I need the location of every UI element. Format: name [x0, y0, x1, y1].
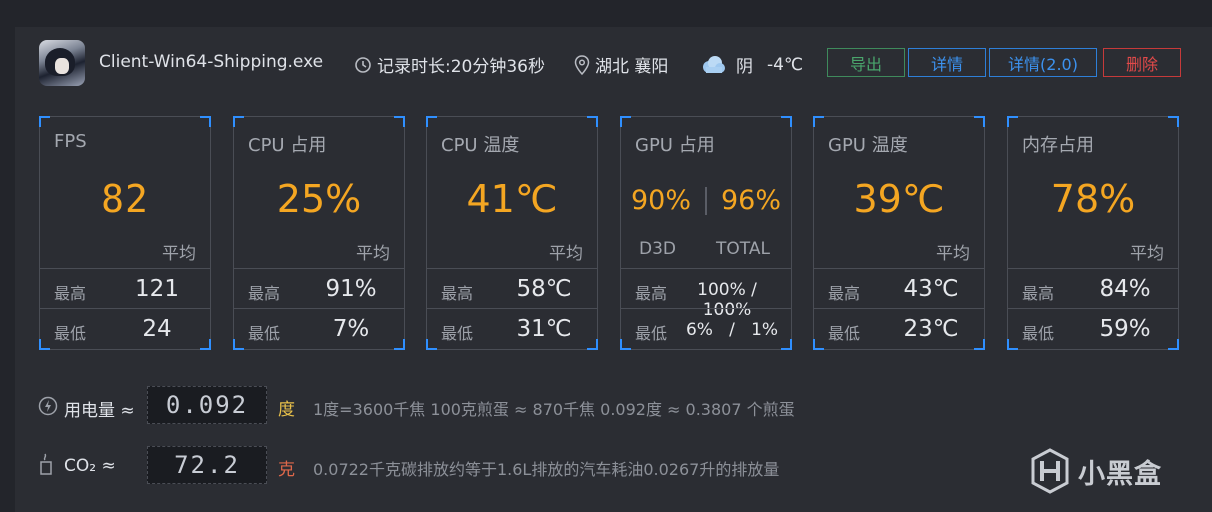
min-value: 23℃: [903, 316, 959, 342]
export-button[interactable]: 导出: [827, 48, 905, 77]
weather-info: 阴 -4℃: [700, 52, 803, 77]
co2-unit: 克: [278, 460, 295, 480]
watermark-text: 小黑盒: [1078, 458, 1162, 490]
co2-label: CO₂ ≈: [64, 456, 116, 476]
max-label: 最高: [54, 284, 87, 303]
temperature-text: -4℃: [767, 54, 804, 75]
location-pin-icon: [574, 54, 590, 75]
min-value: 7%: [332, 316, 370, 342]
duration-text: 记录时长:20分钟36秒: [377, 57, 545, 77]
average-label: 平均: [936, 244, 970, 264]
cpu-usage-card: CPU 占用 25% 平均 最高 91% 最低 7%: [233, 116, 405, 350]
min-value: 24: [142, 316, 172, 342]
max-value: 121: [135, 276, 179, 302]
location-text: 湖北 襄阳: [595, 57, 669, 77]
min-label: 最低: [635, 324, 668, 343]
weather-text: 阴: [736, 57, 753, 77]
min-row: 最低 59%: [1008, 308, 1178, 349]
max-label: 最高: [635, 284, 668, 303]
min-label: 最低: [441, 324, 474, 343]
power-value-display: 0.092: [147, 386, 267, 424]
power-label: 用电量 ≈: [64, 401, 135, 421]
max-row: 最高 43℃: [814, 268, 984, 309]
power-note: 1度=3600千焦 100克煎蛋 ≈ 870千焦 0.092度 ≈ 0.3807…: [313, 400, 795, 419]
max-label: 最高: [1022, 284, 1055, 303]
min-row: 最低 31℃: [427, 308, 597, 349]
min-label: 最低: [54, 324, 87, 343]
gpu-total-label: TOTAL: [716, 239, 770, 259]
cpu-usage-value: 25%: [276, 177, 362, 221]
delete-button[interactable]: 删除: [1103, 48, 1181, 77]
co2-note: 0.0722千克碳排放约等于1.6L排放的汽车耗油0.0267升的排放量: [313, 460, 780, 479]
detail-button[interactable]: 详情: [908, 48, 986, 77]
location-info: 湖北 襄阳: [574, 52, 668, 77]
memory-usage-value: 78%: [1050, 177, 1136, 221]
min-label: 最低: [248, 324, 281, 343]
card-title: GPU 温度: [828, 135, 908, 156]
gpu-d3d-value: 90%: [630, 185, 691, 216]
max-row: 最高 100% / 100%: [621, 268, 791, 320]
app-avatar: [39, 40, 85, 86]
max-row: 最高 121: [40, 268, 210, 309]
card-title: 内存占用: [1022, 135, 1094, 156]
card-title: FPS: [54, 131, 87, 152]
duration-info: 记录时长:20分钟36秒: [354, 52, 545, 77]
min-value: 31℃: [516, 316, 572, 342]
max-row: 最高 58℃: [427, 268, 597, 309]
co2-value-display: 72.2: [147, 446, 267, 484]
max-value: 84%: [1099, 276, 1151, 302]
lightning-icon: [38, 396, 58, 416]
min-row: 最低 7%: [234, 308, 404, 349]
avatar-face: [55, 58, 69, 74]
average-label: 平均: [356, 244, 390, 264]
max-label: 最高: [828, 284, 861, 303]
average-label: 平均: [549, 244, 583, 264]
fps-card: FPS 82 平均 最高 121 最低 24: [39, 116, 211, 350]
max-label: 最高: [441, 284, 474, 303]
max-value: 91%: [325, 276, 377, 302]
max-value: 43℃: [903, 276, 959, 302]
min-value: 6% / 1%: [685, 320, 779, 340]
min-row: 最低 6% / 1%: [621, 308, 791, 349]
average-label: 平均: [162, 244, 196, 264]
watermark: 小黑盒: [1030, 448, 1162, 494]
gpu-temp-value: 39℃: [853, 177, 945, 221]
xiaoheihe-logo-icon: [1031, 448, 1069, 494]
gpu-usage-card: GPU 占用 90% 96% D3D TOTAL 最高 100% / 100% …: [620, 116, 792, 350]
cpu-temp-value: 41℃: [466, 177, 558, 221]
gpu-temp-card: GPU 温度 39℃ 平均 最高 43℃ 最低 23℃: [813, 116, 985, 350]
clock-icon: [355, 56, 371, 73]
min-row: 最低 23℃: [814, 308, 984, 349]
gpu-d3d-label: D3D: [639, 239, 676, 259]
max-value: 58℃: [516, 276, 572, 302]
card-title: CPU 温度: [441, 135, 520, 156]
min-label: 最低: [1022, 324, 1055, 343]
cloud-icon: [703, 55, 725, 73]
max-label: 最高: [248, 284, 281, 303]
detail-v2-button[interactable]: 详情(2.0): [989, 48, 1097, 77]
gpu-total-value: 96%: [721, 185, 782, 216]
gpu-value-divider: [705, 186, 707, 215]
fps-average-value: 82: [101, 177, 149, 221]
card-title: CPU 占用: [248, 135, 327, 156]
max-row: 最高 84%: [1008, 268, 1178, 309]
min-value: 59%: [1099, 316, 1151, 342]
cpu-temp-card: CPU 温度 41℃ 平均 最高 58℃ 最低 31℃: [426, 116, 598, 350]
gpu-usage-values: 90% 96%: [621, 185, 791, 216]
min-label: 最低: [828, 324, 861, 343]
card-title: GPU 占用: [635, 135, 715, 156]
chimney-icon: [40, 453, 52, 475]
max-row: 最高 91%: [234, 268, 404, 309]
average-label: 平均: [1130, 244, 1164, 264]
power-unit: 度: [278, 400, 295, 420]
process-name: Client-Win64-Shipping.exe: [99, 52, 324, 72]
min-row: 最低 24: [40, 308, 210, 349]
memory-card: 内存占用 78% 平均 最高 84% 最低 59%: [1007, 116, 1179, 350]
